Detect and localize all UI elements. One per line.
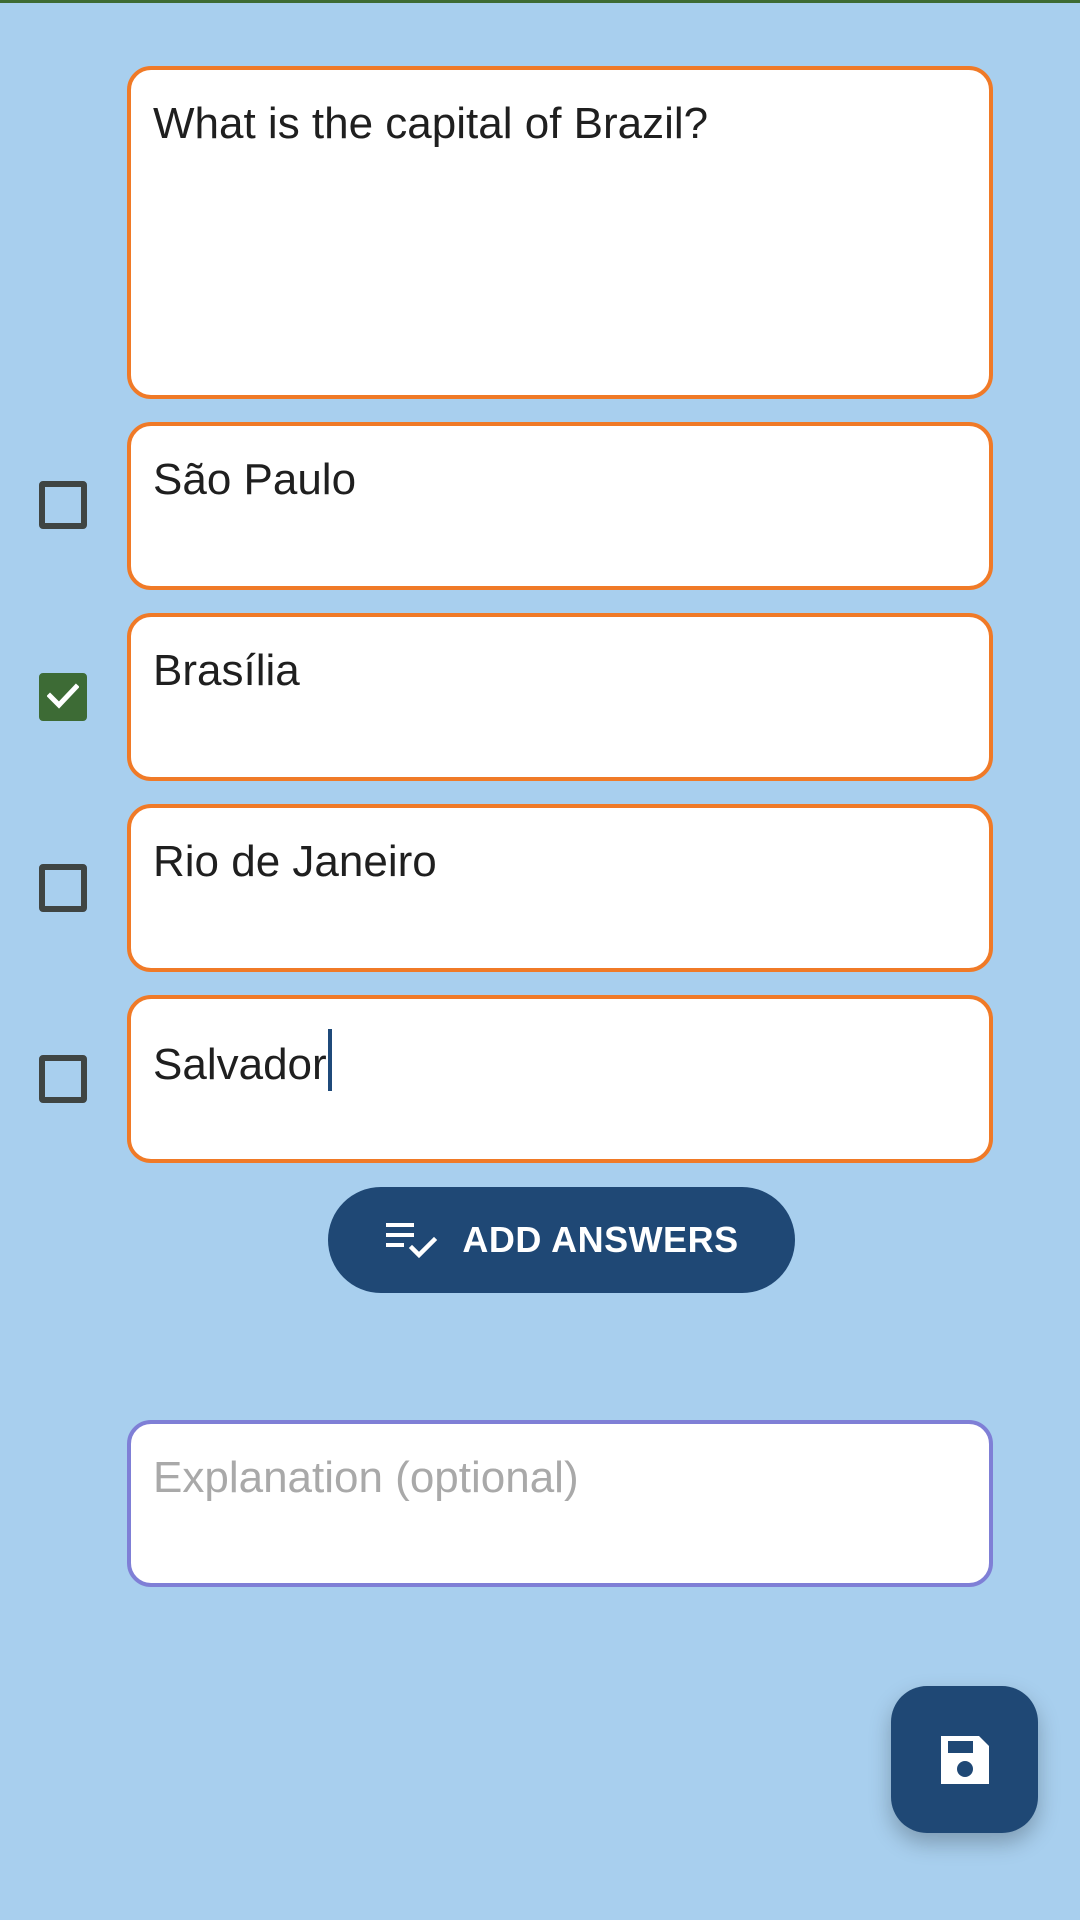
checkmark-icon	[47, 683, 79, 709]
answer-1-checkbox[interactable]	[39, 481, 87, 529]
question-text: What is the capital of Brazil?	[153, 99, 709, 148]
text-caret	[327, 1029, 332, 1091]
answer-4-checkbox[interactable]	[39, 1055, 87, 1103]
explanation-field[interactable]: Explanation (optional)	[127, 1420, 993, 1587]
answer-3-text: Rio de Janeiro	[153, 837, 437, 886]
answer-1-field[interactable]: São Paulo	[127, 422, 993, 590]
answer-3-checkbox[interactable]	[39, 864, 87, 912]
answer-3-field[interactable]: Rio de Janeiro	[127, 804, 993, 972]
status-accent-line	[0, 0, 1080, 3]
save-icon	[940, 1735, 989, 1784]
answer-1-text: São Paulo	[153, 455, 357, 504]
add-answers-label: ADD ANSWERS	[462, 1219, 739, 1260]
question-field[interactable]: What is the capital of Brazil?	[127, 66, 993, 399]
save-button[interactable]	[891, 1686, 1038, 1833]
add-answers-button[interactable]: ADD ANSWERS	[328, 1187, 795, 1293]
checklist-icon	[386, 1223, 438, 1259]
explanation-placeholder: Explanation (optional)	[153, 1453, 579, 1502]
answer-2-text: Brasília	[153, 646, 300, 695]
answer-4-field[interactable]: Salvador	[127, 995, 993, 1163]
answer-2-checkbox[interactable]	[39, 673, 87, 721]
answer-4-text: Salvador	[153, 1040, 327, 1089]
answer-2-field[interactable]: Brasília	[127, 613, 993, 781]
